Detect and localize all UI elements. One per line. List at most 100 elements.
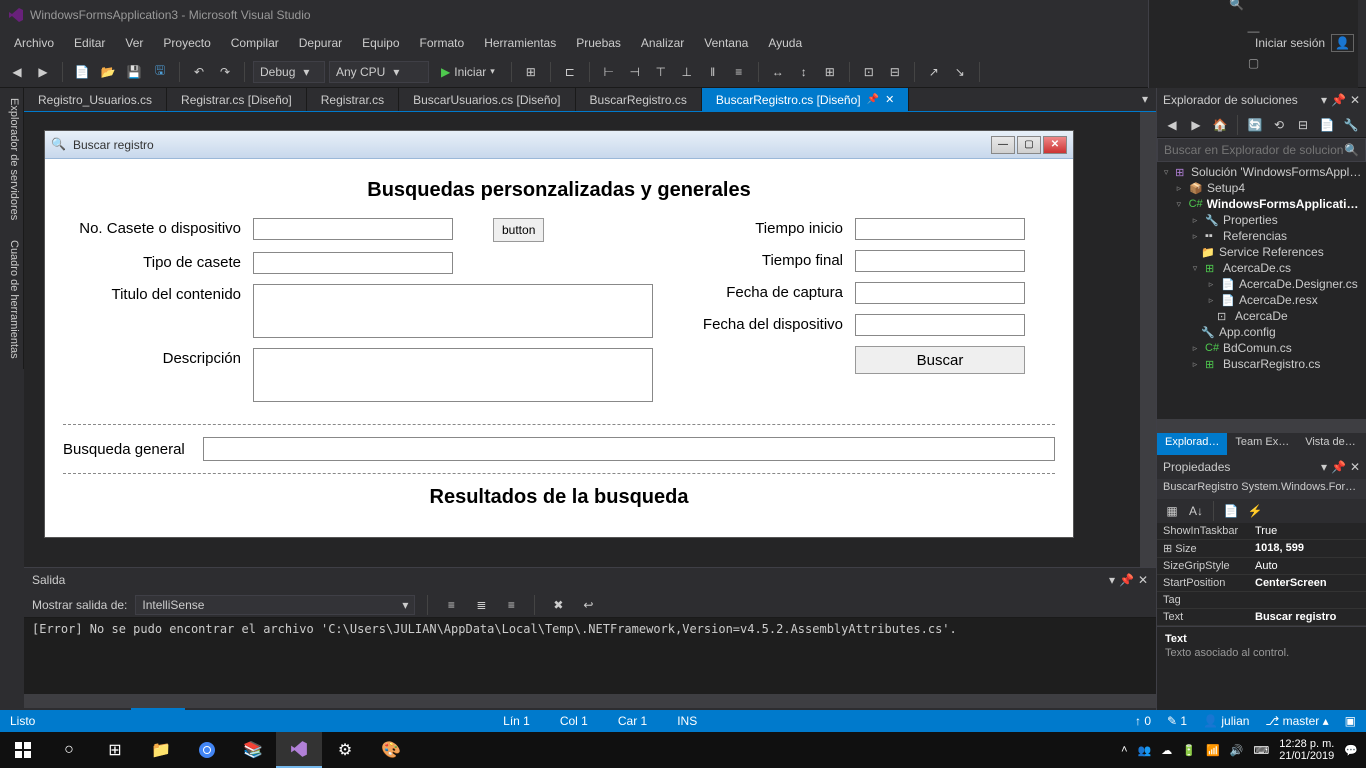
properties-grid[interactable]: ShowInTaskbarTrue ⊞ Size1018, 599 SizeGr… bbox=[1157, 523, 1366, 626]
pin-icon[interactable]: 📌 bbox=[867, 94, 879, 105]
redo-button[interactable]: ↷ bbox=[214, 61, 236, 83]
save-button[interactable]: 💾 bbox=[123, 61, 145, 83]
tray-clock[interactable]: 12:28 p. m. 21/01/2019 bbox=[1279, 738, 1334, 762]
menu-equipo[interactable]: Equipo bbox=[352, 32, 409, 54]
output-close-icon[interactable]: ✕ bbox=[1138, 573, 1148, 587]
menu-formato[interactable]: Formato bbox=[410, 32, 475, 54]
solution-search[interactable]: 🔍 bbox=[1157, 138, 1366, 162]
spacing-v[interactable]: ↕ bbox=[793, 61, 815, 83]
output-hscrollbar[interactable] bbox=[24, 694, 1156, 708]
se-fwd[interactable]: ▶ bbox=[1185, 114, 1207, 136]
tray-volume-icon[interactable]: 🔊 bbox=[1230, 744, 1244, 757]
props-cat[interactable]: ▦ bbox=[1161, 500, 1183, 522]
size-button[interactable]: ⊞ bbox=[819, 61, 841, 83]
open-file-button[interactable]: 📂 bbox=[97, 61, 119, 83]
align-bottom[interactable]: ≡ bbox=[728, 61, 750, 83]
doc-tab-3[interactable]: BuscarUsuarios.cs [Diseño] bbox=[399, 88, 575, 111]
toolbox-tab[interactable]: Cuadro de herramientas bbox=[0, 230, 24, 369]
start-menu-button[interactable] bbox=[0, 732, 46, 768]
menu-proyecto[interactable]: Proyecto bbox=[153, 32, 220, 54]
output-btn-3[interactable]: ≡ bbox=[500, 594, 522, 616]
output-btn-2[interactable]: ≣ bbox=[470, 594, 492, 616]
align-center[interactable]: ⊣ bbox=[624, 61, 646, 83]
properties-target[interactable]: BuscarRegistro System.Windows.Forms.Form bbox=[1157, 479, 1366, 499]
form-minimize[interactable]: — bbox=[991, 136, 1015, 154]
tree-project[interactable]: ▿C# WindowsFormsApplication3 bbox=[1157, 196, 1366, 212]
output-btn-1[interactable]: ≡ bbox=[440, 594, 462, 616]
se-tab-view[interactable]: Vista de… bbox=[1297, 433, 1364, 455]
menu-depurar[interactable]: Depurar bbox=[289, 32, 352, 54]
se-home[interactable]: 🏠 bbox=[1209, 114, 1231, 136]
input-no-casete[interactable] bbox=[253, 218, 453, 240]
order-button-1[interactable]: ↗ bbox=[923, 61, 945, 83]
props-props[interactable]: 📄 bbox=[1220, 500, 1242, 522]
menu-ayuda[interactable]: Ayuda bbox=[758, 32, 812, 54]
input-busqueda-general[interactable] bbox=[203, 437, 1055, 461]
platform-dropdown[interactable]: Any CPU▾ bbox=[329, 61, 429, 83]
input-tiempo-final[interactable] bbox=[855, 250, 1025, 272]
se-sync[interactable]: ⟲ bbox=[1268, 114, 1290, 136]
menu-compilar[interactable]: Compilar bbox=[221, 32, 289, 54]
status-changes[interactable]: ✎ 1 bbox=[1167, 714, 1187, 728]
props-pin-icon[interactable]: 📌 bbox=[1331, 460, 1346, 474]
output-wrap-button[interactable]: ↩ bbox=[577, 594, 599, 616]
align-middle[interactable]: ‖ bbox=[702, 61, 724, 83]
menu-pruebas[interactable]: Pruebas bbox=[566, 32, 631, 54]
tree-solution[interactable]: ▿⊞ Solución 'WindowsFormsApplication3' bbox=[1157, 164, 1366, 180]
doc-tab-2[interactable]: Registrar.cs bbox=[307, 88, 399, 111]
se-props[interactable]: 🔧 bbox=[1340, 114, 1362, 136]
se-collapse[interactable]: ⊟ bbox=[1292, 114, 1314, 136]
explorer-button[interactable]: 📁 bbox=[138, 732, 184, 768]
tree-acercade-sub[interactable]: ⊡ AcercaDe bbox=[1157, 308, 1366, 324]
tray-wifi-icon[interactable]: 📶 bbox=[1206, 744, 1220, 757]
input-fecha-dispositivo[interactable] bbox=[855, 314, 1025, 336]
designer-surface[interactable]: 🔍 Buscar registro — ▢ ✕ Busquedas person… bbox=[24, 112, 1156, 567]
se-tab-explorer[interactable]: Explorad… bbox=[1157, 433, 1227, 455]
search-icon[interactable]: 🔍 bbox=[1229, 0, 1244, 11]
doc-tab-4[interactable]: BuscarRegistro.cs bbox=[576, 88, 702, 111]
status-source-control[interactable]: ▣ bbox=[1345, 714, 1356, 728]
tray-notifications-icon[interactable]: 💬 bbox=[1344, 744, 1358, 757]
form-close[interactable]: ✕ bbox=[1043, 136, 1067, 154]
cortana-button[interactable]: ○ bbox=[46, 732, 92, 768]
panel-dropdown-icon[interactable]: ▾ bbox=[1321, 93, 1327, 107]
start-button[interactable]: ▶ Iniciar ▾ bbox=[433, 61, 503, 83]
output-dropdown-icon[interactable]: ▾ bbox=[1109, 573, 1115, 587]
server-explorer-tab[interactable]: Explorador de servidores bbox=[0, 88, 24, 230]
tree-acercade[interactable]: ▿⊞ AcercaDe.cs bbox=[1157, 260, 1366, 276]
input-fecha-captura[interactable] bbox=[855, 282, 1025, 304]
output-source-combo[interactable]: IntelliSense▾ bbox=[135, 595, 415, 615]
order-button-2[interactable]: ↘ bbox=[949, 61, 971, 83]
chrome-button[interactable] bbox=[184, 732, 230, 768]
doc-tab-1[interactable]: Registrar.cs [Diseño] bbox=[167, 88, 307, 111]
se-back[interactable]: ◀ bbox=[1161, 114, 1183, 136]
tray-onedrive-icon[interactable]: ☁ bbox=[1161, 744, 1172, 757]
tray-lang-icon[interactable]: ⌨ bbox=[1253, 744, 1269, 757]
props-close-icon[interactable]: ✕ bbox=[1350, 460, 1360, 474]
input-tipo-casete[interactable] bbox=[253, 252, 453, 274]
tree-service-refs[interactable]: 📁 Service References bbox=[1157, 244, 1366, 260]
tree-bdcomun[interactable]: ▹C# BdComun.cs bbox=[1157, 340, 1366, 356]
tree-references[interactable]: ▹▪▪ Referencias bbox=[1157, 228, 1366, 244]
layout-button-1[interactable]: ⊞ bbox=[520, 61, 542, 83]
form-maximize[interactable]: ▢ bbox=[1017, 136, 1041, 154]
align-left[interactable]: ⊢ bbox=[598, 61, 620, 83]
visualstudio-button[interactable] bbox=[276, 732, 322, 768]
input-tiempo-inicio[interactable] bbox=[855, 218, 1025, 240]
status-user[interactable]: 👤 julian bbox=[1203, 714, 1249, 728]
tabs-dropdown[interactable]: ▾ bbox=[1134, 88, 1156, 110]
config-dropdown[interactable]: Debug▾ bbox=[253, 61, 325, 83]
designer-vscrollbar[interactable] bbox=[1140, 112, 1156, 567]
se-tab-team[interactable]: Team Ex… bbox=[1227, 433, 1297, 455]
spacing-h[interactable]: ↔ bbox=[767, 61, 789, 83]
save-all-button[interactable]: 🖫 bbox=[149, 61, 171, 83]
tree-buscarregistro[interactable]: ▹⊞ BuscarRegistro.cs bbox=[1157, 356, 1366, 372]
props-alpha[interactable]: A↓ bbox=[1185, 500, 1207, 522]
button-small[interactable]: button bbox=[493, 218, 544, 242]
props-dropdown-icon[interactable]: ▾ bbox=[1321, 460, 1327, 474]
solution-tree[interactable]: ▿⊞ Solución 'WindowsFormsApplication3' ▹… bbox=[1157, 162, 1366, 419]
output-pin-icon[interactable]: 📌 bbox=[1119, 573, 1134, 587]
grid-button-1[interactable]: ⊡ bbox=[858, 61, 880, 83]
panel-pin-icon[interactable]: 📌 bbox=[1331, 93, 1346, 107]
menu-herramientas[interactable]: Herramientas bbox=[474, 32, 566, 54]
